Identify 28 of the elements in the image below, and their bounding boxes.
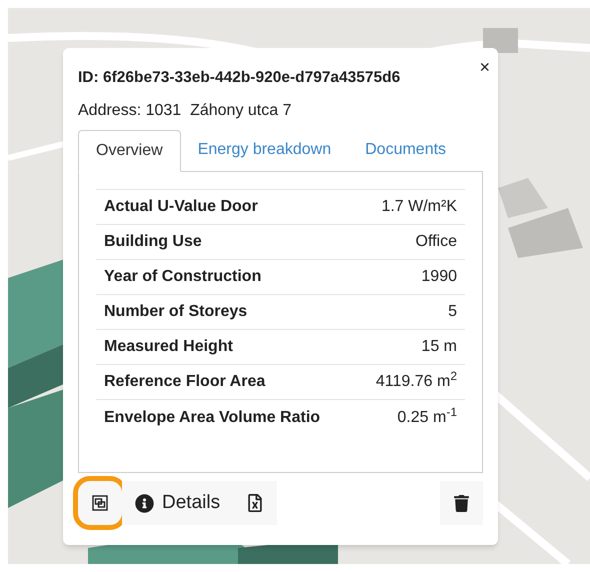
tab[interactable]: Overview: [78, 130, 181, 172]
property-value: Office: [416, 232, 457, 252]
property-label: Year of Construction: [104, 267, 262, 288]
property-label: Reference Floor Area: [104, 372, 266, 392]
property-value: 4119.76 m$^{2}$: [376, 370, 457, 392]
tab[interactable]: Energy breakdown: [180, 129, 348, 172]
property-label: Envelope Area Volume Ratio: [104, 408, 320, 428]
details-button[interactable]: Details: [122, 481, 234, 526]
excel-button[interactable]: [233, 481, 278, 526]
close-button[interactable]: ×: [479, 58, 490, 76]
property-label: Building Use: [104, 232, 202, 252]
property-value: 1990: [421, 267, 457, 288]
address: Address: 1031 Záhony utca 7: [78, 101, 292, 122]
trash-icon: [453, 494, 470, 512]
property-value: 15 m: [421, 337, 457, 358]
delete-button[interactable]: [440, 481, 483, 526]
property-label: Measured Height: [104, 337, 233, 358]
building-id: ID: 6f26be73-33eb-442b-920e-d797a43575d6: [78, 68, 402, 88]
property-value: 5: [448, 302, 457, 322]
property-value: 0.25 m$^{-1}$: [397, 406, 457, 428]
frame-icon: [91, 494, 109, 512]
info-icon: [135, 494, 154, 513]
frame-button[interactable]: [78, 481, 122, 526]
property-value: 1.7 W/m²K: [381, 197, 457, 218]
tab[interactable]: Documents: [348, 129, 464, 172]
excel-file-icon: [246, 494, 264, 512]
property-label: Actual U-Value Door: [104, 197, 258, 218]
property-label: Number of Storeys: [104, 302, 248, 322]
